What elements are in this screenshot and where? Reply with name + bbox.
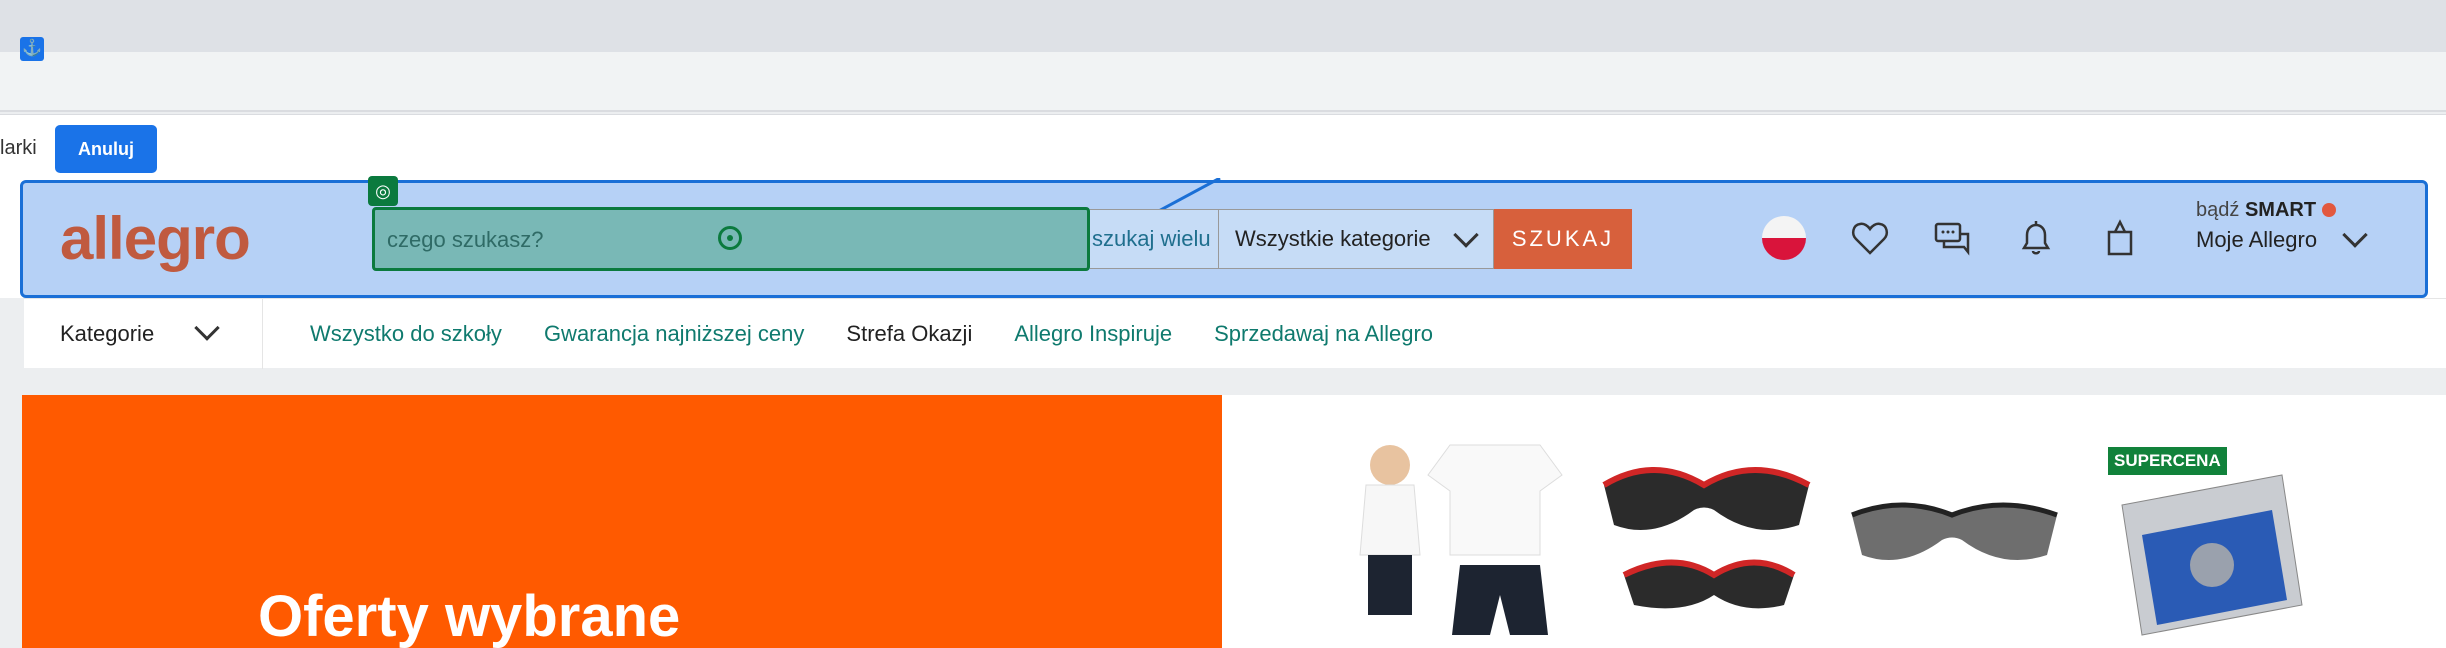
page-root: larki Anuluj ⚓ allegro ◎ szukaj wielu Ws… (0, 0, 2446, 648)
nav-link-inspiration[interactable]: Allegro Inspiruje (1014, 321, 1172, 347)
promo-banner[interactable]: Oferty wybrane (22, 395, 1222, 648)
banner-headline: Oferty wybrane (258, 584, 681, 648)
language-flag-icon[interactable] (1762, 216, 1806, 260)
nav-link-school[interactable]: Wszystko do szkoły (310, 321, 502, 347)
cart-bag-icon[interactable] (2098, 216, 2142, 260)
chevron-down-icon[interactable] (194, 315, 220, 341)
browser-address-area (0, 52, 2446, 112)
picker-toolbar: larki Anuluj (0, 114, 2446, 178)
messages-icon[interactable] (1930, 216, 1974, 260)
categories-button[interactable]: Kategorie (60, 321, 154, 347)
browser-tab-strip (0, 0, 2446, 52)
allegro-logo[interactable]: allegro (60, 204, 251, 273)
smart-dot-icon (2321, 203, 2336, 217)
nav-divider (262, 299, 263, 369)
crosshair-icon (718, 226, 742, 250)
nav-links: Wszystko do szkoły Gwarancja najniższej … (310, 321, 1433, 347)
chevron-down-icon (1453, 222, 1479, 248)
smart-label[interactable]: bądź SMART (2196, 199, 2336, 222)
search-input[interactable] (387, 222, 987, 258)
smart-brand: SMART (2244, 199, 2317, 221)
category-select[interactable]: Wszystkie kategorie (1218, 209, 1494, 269)
nav-link-deals[interactable]: Strefa Okazji (846, 321, 972, 347)
category-select-value: Wszystkie kategorie (1235, 226, 1431, 251)
bell-icon[interactable] (2014, 216, 2058, 260)
product-image-safety-glasses-grey[interactable] (1842, 485, 2072, 595)
product-image-safety-glasses-red[interactable] (1594, 455, 1824, 625)
product-strip: SUPERCENA (1222, 395, 2446, 648)
toolbar-partial-text: larki (0, 137, 37, 159)
nav-link-sell[interactable]: Sprzedawaj na Allegro (1214, 321, 1433, 347)
smart-prefix: bądź (2196, 199, 2240, 221)
target-icon[interactable]: ◎ (368, 176, 398, 206)
heart-icon[interactable] (1848, 216, 1892, 260)
search-many-link[interactable]: szukaj wielu (1090, 209, 1218, 269)
account-menu-label[interactable]: Moje Allegro (2196, 227, 2317, 253)
product-image-clothing[interactable] (1340, 435, 1580, 648)
search-button[interactable]: SZUKAJ (1494, 209, 1632, 269)
cancel-button[interactable]: Anuluj (55, 125, 157, 173)
supercena-badge: SUPERCENA (2108, 447, 2227, 475)
product-image-hard-drive[interactable] (2102, 465, 2312, 648)
category-nav: Kategorie Wszystko do szkoły Gwarancja n… (24, 298, 2446, 369)
nav-link-lowest-price[interactable]: Gwarancja najniższej ceny (544, 321, 804, 347)
anchor-icon[interactable]: ⚓ (20, 37, 44, 61)
